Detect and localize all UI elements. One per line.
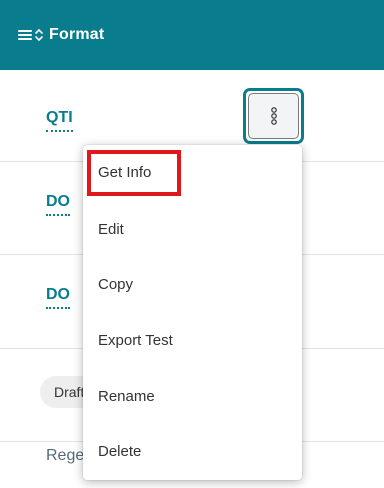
menu-item-copy[interactable]: Copy [83,257,302,311]
menu-item-get-info[interactable]: Get Info [83,145,302,199]
menu-item-label: Rename [98,387,155,405]
menu-item-export-test[interactable]: Export Test [83,313,302,367]
format-link[interactable]: QTI [46,110,73,132]
menu-item-edit[interactable]: Edit [83,202,302,256]
menu-item-label: Delete [98,442,142,460]
column-title-format[interactable]: Format [49,26,104,44]
format-link[interactable]: DO [46,194,70,216]
menu-item-delete[interactable]: Delete [83,424,302,478]
menu-item-label: Get Info [98,163,152,181]
more-actions-button-face [248,93,299,139]
vertical-ellipsis-icon [270,107,277,125]
format-link[interactable]: DO [46,287,70,309]
menu-item-rename[interactable]: Rename [83,369,302,423]
header-icons [18,27,45,43]
context-menu: Get Info Edit Copy Export Test Rename De… [83,145,302,480]
menu-item-label: Edit [98,220,124,238]
menu-item-label: Export Test [98,331,173,349]
sort-icon[interactable] [33,27,45,43]
menu-item-label: Copy [98,275,134,293]
menu-icon[interactable] [18,29,32,41]
page: Format QTI DO DO Draft Regenerate Get In… [0,0,384,488]
table-header: Format [0,0,384,70]
more-actions-button[interactable] [243,88,304,144]
